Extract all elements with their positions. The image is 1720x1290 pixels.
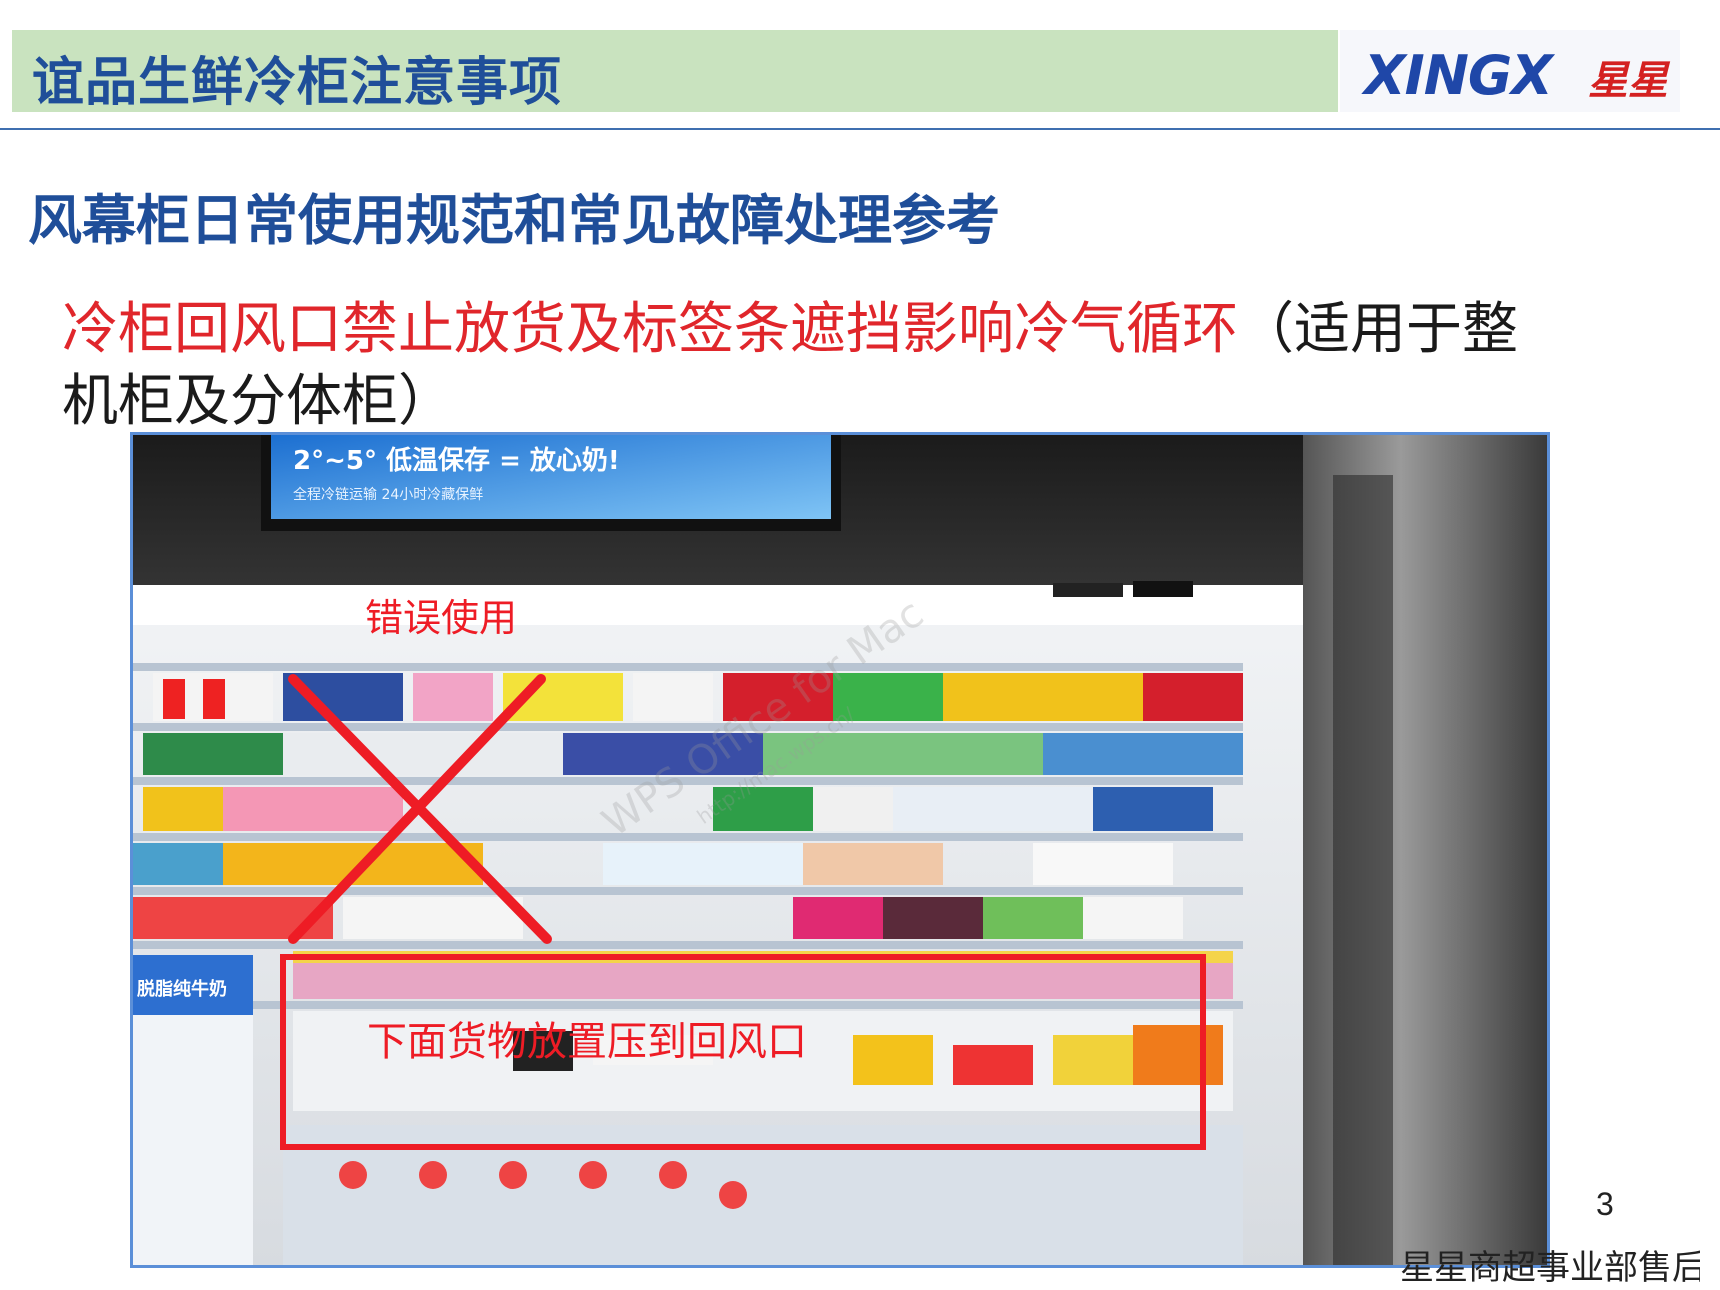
carton-label: 脱脂纯牛奶 — [137, 978, 227, 1000]
sign-line-1: 2°~5° 低温保存 = 放心奶! — [293, 445, 620, 476]
body-paragraph: 冷柜回风口禁止放货及标签条遮挡影响冷气循环（适用于整机柜及分体柜） — [62, 294, 1522, 438]
fridge-photo-illustration: 2°~5° 低温保存 = 放心奶! 全程冷链运输 24小时冷藏保鲜 脱脂纯牛奶 … — [133, 435, 1547, 1265]
door-edge — [1333, 475, 1393, 1265]
header-divider — [0, 128, 1720, 130]
light-bar — [133, 585, 1303, 625]
return-vent-label: 下面货物放置压到回风口 — [367, 1019, 807, 1065]
logo-script: 星星 — [1588, 57, 1668, 104]
page-number: 3 — [1596, 1186, 1614, 1222]
control-switch — [1133, 581, 1193, 597]
section-subtitle: 风幕柜日常使用规范和常见故障处理参考 — [28, 189, 1000, 252]
sign-line-2: 全程冷链运输 24小时冷藏保鲜 — [293, 486, 483, 503]
body-warning-text: 冷柜回风口禁止放货及标签条遮挡影响冷气循环 — [62, 297, 1238, 362]
fridge-photo: 2°~5° 低温保存 = 放心奶! 全程冷链运输 24小时冷藏保鲜 脱脂纯牛奶 … — [130, 432, 1550, 1268]
page-title: 谊品生鲜冷柜注意事项 — [32, 53, 563, 113]
footer-text: 星星商超事业部售后 — [1400, 1248, 1700, 1286]
brand-logo: XINGX 星星 — [1340, 30, 1680, 112]
wrong-usage-label: 错误使用 — [365, 596, 517, 640]
logo-wordmark: XINGX — [1364, 44, 1553, 107]
title-bar: 谊品生鲜冷柜注意事项 — [12, 30, 1338, 113]
temp-display — [1053, 583, 1123, 597]
